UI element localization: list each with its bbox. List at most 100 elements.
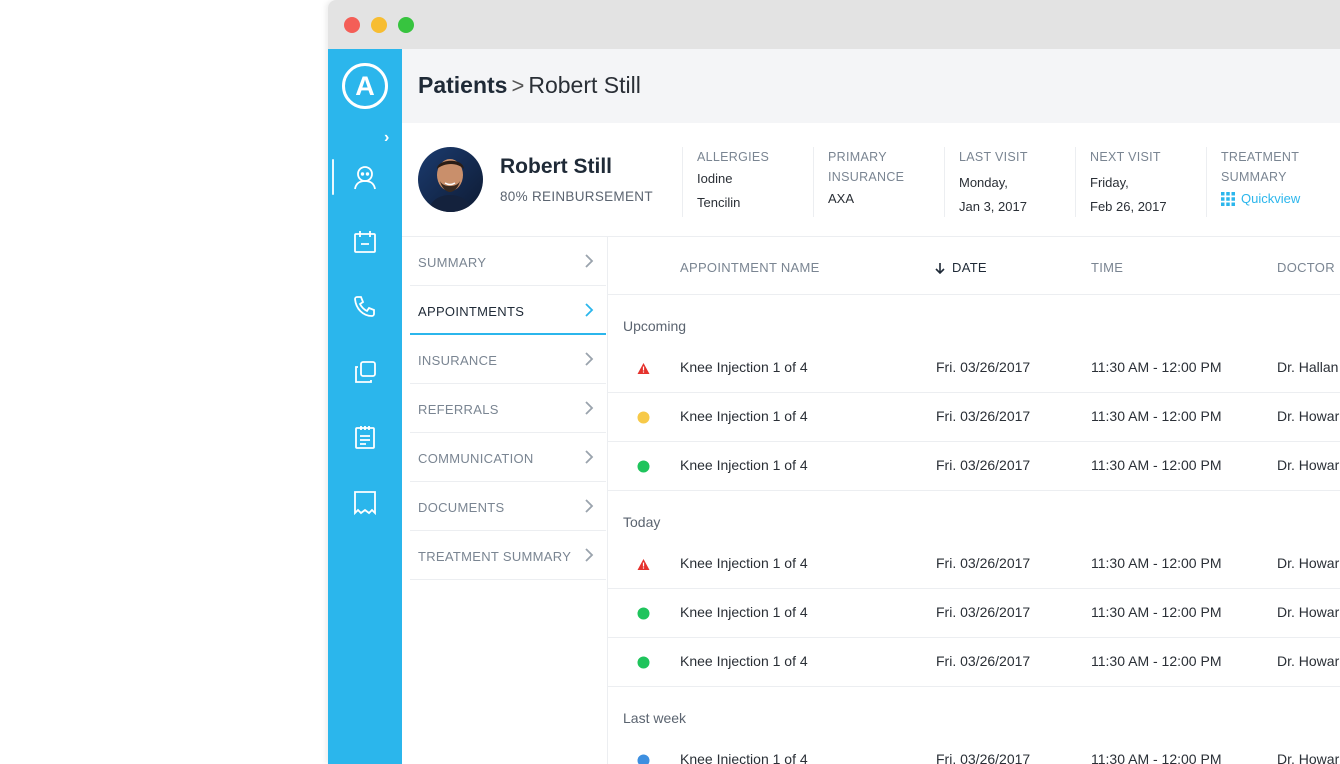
copy-icon[interactable] [347,354,383,390]
subnav-label: TREATMENT SUMMARY [418,549,572,564]
appointment-date: Fri. 03/26/2017 [936,457,1031,473]
next-visit-day: Friday, [1090,175,1129,190]
appointment-doctor: Dr. Howar [1277,751,1340,764]
chevron-right-icon [585,254,594,268]
next-visit-date: Feb 26, 2017 [1090,199,1167,214]
last-visit-day: Monday, [959,175,1008,190]
appointments-table: APPOINTMENT NAME DATE TIME DOCTOR Upcomi… [608,237,1340,764]
table-row[interactable]: Knee Injection 1 of 4 Fri. 03/26/2017 11:3… [608,589,1340,638]
sort-down-icon [935,262,945,274]
notes-icon[interactable] [347,419,383,455]
subnav-treatment-summary[interactable]: TREATMENT SUMMARY [410,531,606,580]
patient-reimbursement: 80% REINBURSEMENT [500,189,653,204]
patient-subnav: SUMMARY APPOINTMENTS INSURANCE REFERRALS… [402,237,608,764]
appointment-time: 11:30 AM - 12:00 PM [1091,751,1222,764]
insurance-value: AXA [828,191,855,206]
status-dot-icon [637,411,650,424]
chevron-right-icon [585,499,594,513]
minimize-window-button[interactable] [371,17,387,33]
table-header: APPOINTMENT NAME DATE TIME DOCTOR [608,237,1340,295]
column-header-doctor[interactable]: DOCTOR [1277,260,1335,275]
appointment-date: Fri. 03/26/2017 [936,359,1031,375]
last-visit-column: LAST VISIT Monday, Jan 3, 2017 [944,147,1075,217]
treatment-summary-column: TREATMENT SUMMARY Quickview [1206,147,1340,217]
chevron-right-icon [585,548,594,562]
column-header-name[interactable]: APPOINTMENT NAME [680,260,820,275]
insurance-label-line1: PRIMARY [828,150,887,164]
next-visit-column: NEXT VISIT Friday, Feb 26, 2017 [1075,147,1206,217]
insurance-label-line2: INSURANCE [828,170,905,184]
breadcrumb: Patients > Robert Still [418,72,641,99]
warning-icon [637,559,650,570]
next-visit-label: NEXT VISIT [1090,150,1161,164]
breadcrumb-current: Robert Still [528,72,641,98]
subnav-appointments[interactable]: APPOINTMENTS [410,286,606,335]
appointment-date: Fri. 03/26/2017 [936,408,1031,424]
appointment-time: 11:30 AM - 12:00 PM [1091,359,1222,375]
status-dot-icon [637,656,650,669]
status-dot-icon [637,460,650,473]
appointment-name: Knee Injection 1 of 4 [680,359,808,375]
appointment-name: Knee Injection 1 of 4 [680,751,808,764]
warning-icon [637,363,650,374]
patient-icon[interactable] [347,159,383,195]
table-row[interactable]: Knee Injection 1 of 4 Fri. 03/26/2017 11:3… [608,638,1340,687]
maximize-window-button[interactable] [398,17,414,33]
calendar-icon[interactable] [347,224,383,260]
chevron-right-icon [585,352,594,366]
subnav-referrals[interactable]: REFERRALS [410,384,606,433]
allergies-label: ALLERGIES [697,150,770,164]
column-header-time[interactable]: TIME [1091,260,1123,275]
column-header-date[interactable]: DATE [935,260,987,275]
subnav-label: APPOINTMENTS [418,304,525,319]
receipt-icon[interactable] [347,484,383,520]
active-nav-indicator [332,159,334,195]
quickview-label: Quickview [1241,191,1301,206]
group-title: Upcoming [623,318,687,334]
subnav-summary[interactable]: SUMMARY [410,237,606,286]
subnav-insurance[interactable]: INSURANCE [410,335,606,384]
appointment-name: Knee Injection 1 of 4 [680,457,808,473]
status-dot-icon [637,754,650,764]
appointment-time: 11:30 AM - 12:00 PM [1091,653,1222,669]
table-row[interactable]: Knee Injection 1 of 4 Fri. 03/26/2017 11:3… [608,393,1340,442]
breadcrumb-root[interactable]: Patients [418,72,507,98]
window-titlebar [328,0,1340,49]
quickview-link[interactable]: Quickview [1221,191,1340,206]
patient-avatar [418,147,483,212]
treatment-label-line2: SUMMARY [1221,170,1287,184]
treatment-label-line1: TREATMENT [1221,150,1300,164]
subnav-documents[interactable]: DOCUMENTS [410,482,606,531]
appointment-doctor: Dr. Howar [1277,653,1340,669]
close-window-button[interactable] [344,17,360,33]
appointment-time: 11:30 AM - 12:00 PM [1091,408,1222,424]
appointment-time: 11:30 AM - 12:00 PM [1091,555,1222,571]
last-visit-label: LAST VISIT [959,150,1028,164]
appointment-doctor: Dr. Howar [1277,604,1340,620]
table-row[interactable]: Knee Injection 1 of 4 Fri. 03/26/2017 11:3… [608,442,1340,491]
subnav-label: SUMMARY [418,255,487,270]
app-logo[interactable]: A [342,63,388,109]
appointment-date: Fri. 03/26/2017 [936,604,1031,620]
appointment-time: 11:30 AM - 12:00 PM [1091,457,1222,473]
page-header: Patients > Robert Still [402,49,1340,123]
appointment-doctor: Dr. Howar [1277,408,1340,424]
subnav-label: COMMUNICATION [418,451,534,466]
insurance-column: PRIMARY INSURANCE AXA [813,147,944,217]
appointment-date: Fri. 03/26/2017 [936,555,1031,571]
appointment-time: 11:30 AM - 12:00 PM [1091,604,1222,620]
subnav-label: DOCUMENTS [418,500,505,515]
sidebar: A › [328,49,402,764]
appointment-name: Knee Injection 1 of 4 [680,604,808,620]
subnav-communication[interactable]: COMMUNICATION [410,433,606,482]
appointment-doctor: Dr. Howar [1277,457,1340,473]
allergy-item: Iodine [697,171,733,186]
grid-icon [1221,191,1235,206]
table-row[interactable]: Knee Injection 1 of 4 Fri. 03/26/2017 11:3… [608,736,1340,764]
appointment-doctor: Dr. Hallan [1277,359,1339,375]
phone-icon[interactable] [347,289,383,325]
appointment-name: Knee Injection 1 of 4 [680,408,808,424]
table-row[interactable]: Knee Injection 1 of 4 Fri. 03/26/2017 11:3… [608,344,1340,393]
table-row[interactable]: Knee Injection 1 of 4 Fri. 03/26/2017 11:3… [608,540,1340,589]
expand-sidebar-icon[interactable]: › [384,129,389,147]
